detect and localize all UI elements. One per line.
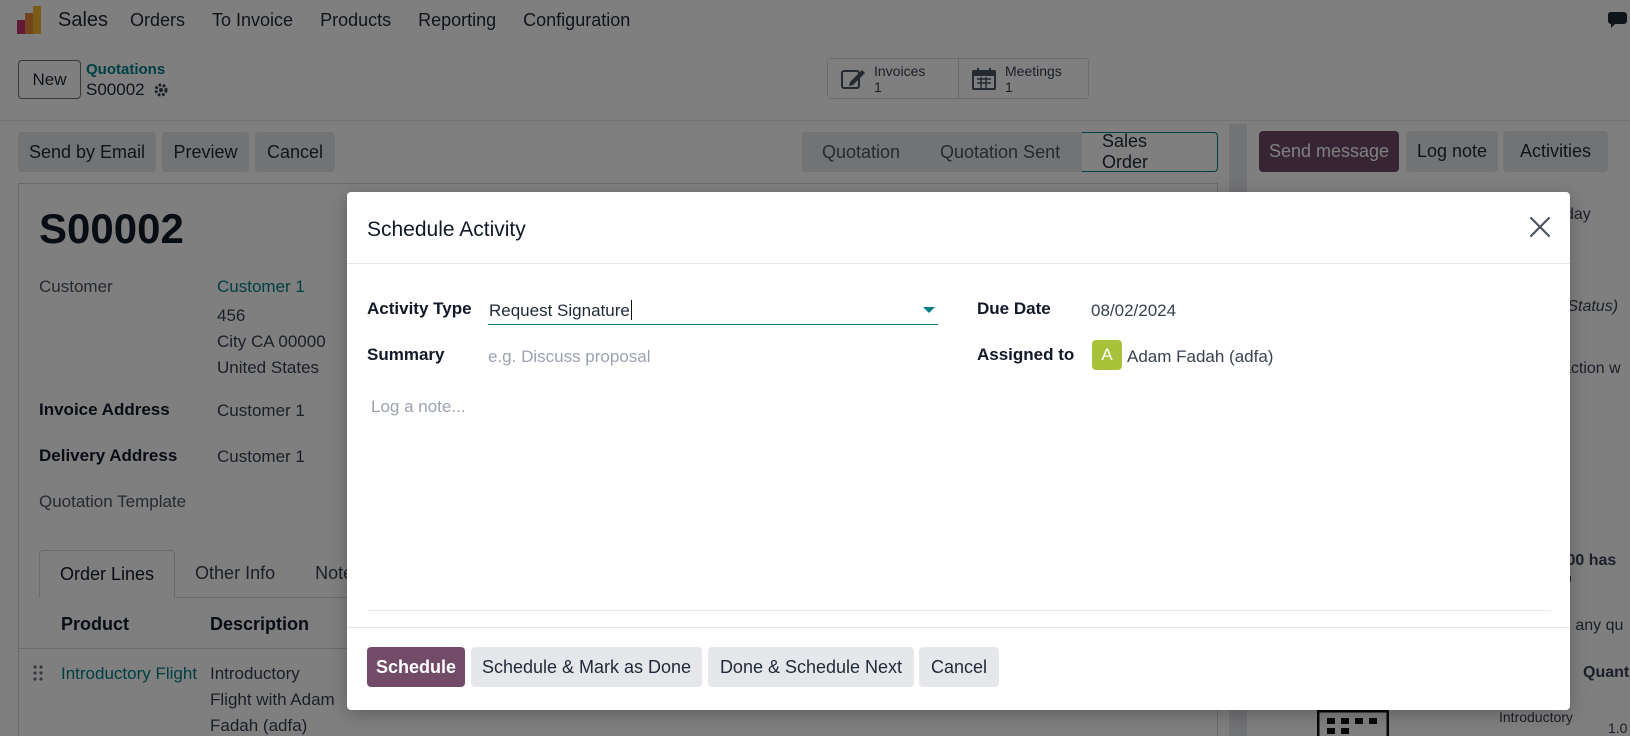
cancel-button[interactable]: Cancel <box>919 647 999 687</box>
avatar: A <box>1092 340 1122 370</box>
summary-input[interactable]: e.g. Discuss proposal <box>488 347 651 367</box>
activity-type-value[interactable]: Request Signature <box>489 301 630 320</box>
schedule-button[interactable]: Schedule <box>367 647 465 687</box>
assigned-to-label: Assigned to <box>977 345 1075 364</box>
text-caret <box>630 300 632 320</box>
summary-label: Summary <box>367 345 445 364</box>
note-editor[interactable]: Log a note... <box>371 397 466 417</box>
close-icon[interactable] <box>1527 214 1553 240</box>
assigned-to-input[interactable]: Adam Fadah (adfa) <box>1127 347 1273 367</box>
dialog-footer: Schedule Schedule & Mark as Done Done & … <box>347 627 1570 710</box>
due-date-label: Due Date <box>977 299 1051 318</box>
activity-type-label: Activity Type <box>367 299 472 318</box>
schedule-mark-done-button[interactable]: Schedule & Mark as Done <box>471 647 702 687</box>
activity-type-select[interactable]: Request Signature <box>488 294 938 325</box>
caret-down-icon[interactable] <box>923 307 935 313</box>
note-divider <box>367 610 1551 611</box>
dialog-header: Schedule Activity <box>347 192 1570 264</box>
due-date-input[interactable]: 08/02/2024 <box>1091 301 1176 321</box>
schedule-activity-dialog: Schedule Activity Activity Type Request … <box>347 192 1570 710</box>
dialog-title: Schedule Activity <box>367 218 526 241</box>
done-schedule-next-button[interactable]: Done & Schedule Next <box>708 647 914 687</box>
